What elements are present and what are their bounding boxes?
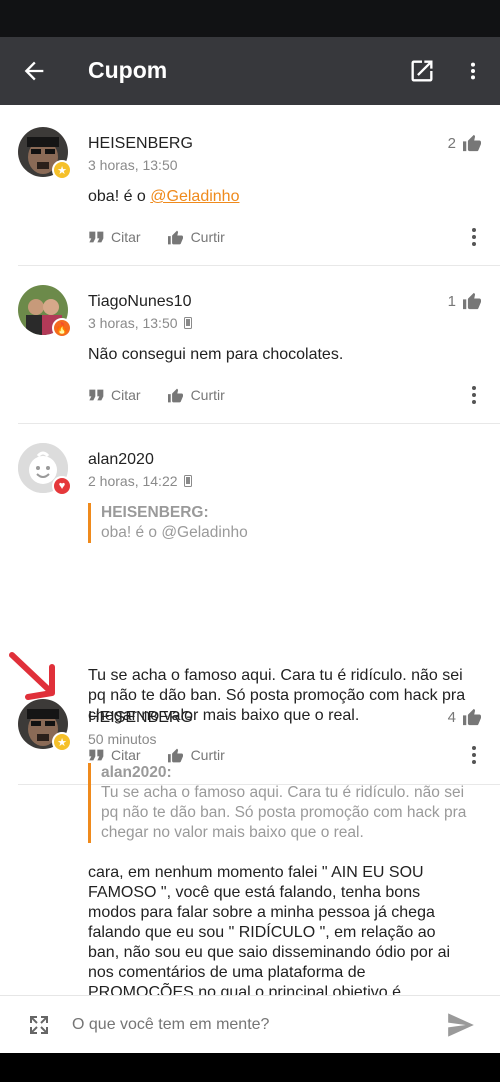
mobile-device-icon xyxy=(183,317,192,329)
comment-text: oba! é o @Geladinho xyxy=(88,187,468,207)
timestamp: 2 horas, 14:22 xyxy=(88,473,192,489)
quote-label: Citar xyxy=(111,747,141,763)
timestamp-text: 50 minutos xyxy=(88,731,157,747)
quote-text: oba! é o @Geladinho xyxy=(101,524,248,541)
page-title: Cupom xyxy=(88,57,168,83)
timestamp-text: 2 horas, 14:22 xyxy=(88,473,178,489)
quoted-comment: alan2020: Tu se acha o famoso aqui. Cara… xyxy=(88,763,468,843)
quote-icon xyxy=(89,389,104,401)
timestamp-text: 3 horas, 13:50 xyxy=(88,315,178,331)
username[interactable]: HEISENBERG xyxy=(88,135,193,153)
quote-icon xyxy=(89,231,104,243)
like-count-value: 1 xyxy=(447,292,456,310)
timestamp-text: 3 horas, 13:50 xyxy=(88,157,178,173)
comment-actions: Citar Curtir xyxy=(88,383,483,407)
thumbs-up-icon xyxy=(463,292,481,310)
timestamp: 50 minutos xyxy=(88,731,156,747)
like-count: 2 xyxy=(448,134,482,152)
comments-list: ★ HEISENBERG 3 horas, 13:50 2 oba! é o @… xyxy=(0,105,500,995)
quote-button[interactable]: Citar xyxy=(88,229,141,245)
back-arrow-icon[interactable] xyxy=(20,57,48,85)
heart-badge-icon: ♥ xyxy=(52,476,72,496)
thumbs-up-icon xyxy=(167,230,183,244)
thumbs-up-icon xyxy=(167,388,183,402)
comment-input[interactable] xyxy=(72,1013,422,1037)
like-button[interactable]: Curtir xyxy=(167,387,225,403)
quote-text: Tu se acha o famoso aqui. Cara tu é ridí… xyxy=(101,784,467,841)
quote-label: Citar xyxy=(111,387,141,403)
mention-link[interactable]: @Geladinho xyxy=(150,188,239,205)
thumbs-up-icon xyxy=(463,708,481,726)
username[interactable]: alan2020 xyxy=(88,451,154,469)
comment-composer xyxy=(0,995,500,1053)
send-icon[interactable] xyxy=(447,1012,475,1038)
divider xyxy=(18,265,500,266)
divider xyxy=(18,423,500,424)
star-badge-icon: ★ xyxy=(52,732,72,752)
timestamp: 3 horas, 13:50 xyxy=(88,315,192,331)
quote-button[interactable]: Citar xyxy=(88,747,141,763)
quote-label: Citar xyxy=(111,229,141,245)
like-count-value: 4 xyxy=(447,708,456,726)
like-button[interactable]: Curtir xyxy=(167,229,225,245)
comment-menu-icon[interactable] xyxy=(465,225,483,249)
more-options-icon[interactable] xyxy=(462,57,484,85)
like-label: Curtir xyxy=(190,387,225,403)
like-count-value: 2 xyxy=(447,134,456,152)
star-badge-icon: ★ xyxy=(52,160,72,180)
status-bar xyxy=(0,0,500,37)
comment-menu-icon[interactable] xyxy=(465,383,483,407)
quote-button[interactable]: Citar xyxy=(88,387,141,403)
comment-text: Não consegui nem para chocolates. xyxy=(88,346,344,363)
like-label: Curtir xyxy=(190,747,225,763)
username[interactable]: TiagoNunes10 xyxy=(88,293,191,311)
timestamp: 3 horas, 13:50 xyxy=(88,157,178,173)
like-count: 1 xyxy=(448,292,482,310)
fire-badge-icon: 🔥 xyxy=(52,318,72,338)
app-bar: Cupom xyxy=(0,37,500,105)
thumbs-up-icon xyxy=(167,748,183,762)
like-label: Curtir xyxy=(190,229,225,245)
thumbs-up-icon xyxy=(463,134,481,152)
system-nav-bar xyxy=(0,1053,500,1082)
expand-icon[interactable] xyxy=(27,1013,51,1037)
comment-text: cara, em nenhum momento falei " AIN EU S… xyxy=(88,864,451,995)
comment-text-prefix: oba! é o xyxy=(88,188,151,205)
quote-icon xyxy=(89,749,104,761)
comment-actions: Citar Curtir xyxy=(88,225,483,249)
quoted-comment: HEISENBERG: oba! é o @Geladinho xyxy=(88,503,468,543)
like-button[interactable]: Curtir xyxy=(167,747,225,763)
quote-author: HEISENBERG: xyxy=(101,504,209,521)
open-external-icon[interactable] xyxy=(408,57,436,85)
username[interactable]: HEISENBERG xyxy=(88,709,193,727)
mobile-device-icon xyxy=(183,475,192,487)
quote-author: alan2020: xyxy=(101,764,172,781)
red-arrow-annotation-icon xyxy=(9,652,55,700)
like-count: 4 xyxy=(448,708,482,726)
